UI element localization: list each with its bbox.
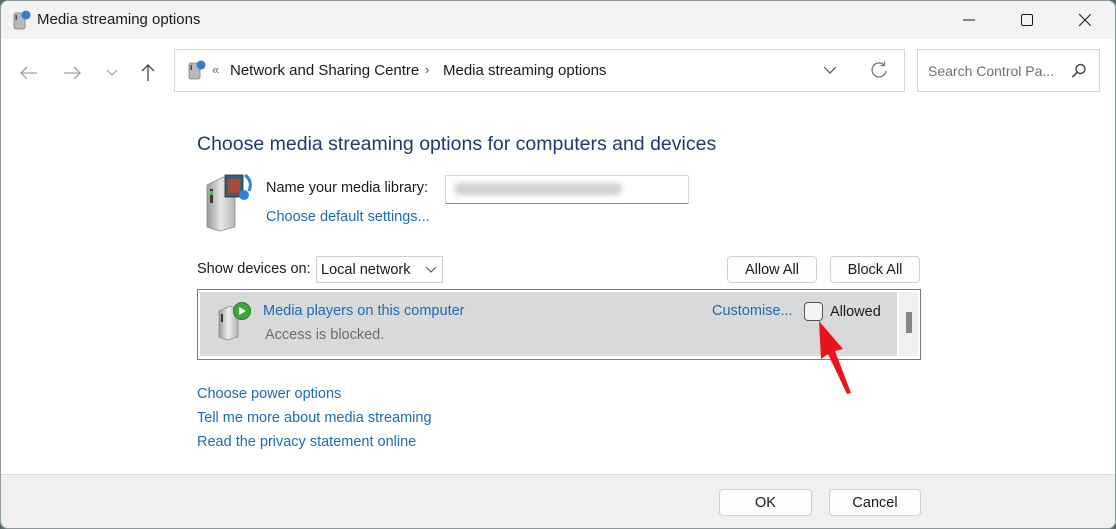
chevron-down-icon xyxy=(106,69,118,76)
arrow-left-icon xyxy=(20,66,37,80)
page-heading: Choose media streaming options for compu… xyxy=(197,133,717,155)
block-all-button[interactable]: Block All xyxy=(830,256,920,283)
forward-button[interactable] xyxy=(58,59,86,87)
choose-power-options-link[interactable]: Choose power options xyxy=(197,386,341,402)
search-input[interactable]: Search Control Pa... xyxy=(928,63,1054,79)
tell-me-more-link[interactable]: Tell me more about media streaming xyxy=(197,410,432,426)
annotation-arrow-icon xyxy=(819,321,851,394)
allow-all-button[interactable]: Allow All xyxy=(727,256,817,283)
dialog-footer: OK Cancel xyxy=(1,474,1115,528)
minimize-button[interactable] xyxy=(946,1,992,39)
cancel-button[interactable]: Cancel xyxy=(829,489,921,516)
ok-button[interactable]: OK xyxy=(719,489,812,516)
breadcrumb-separator[interactable]: › xyxy=(425,62,429,77)
address-bar[interactable]: « Network and Sharing Centre › Media str… xyxy=(174,49,905,92)
close-icon xyxy=(1079,14,1091,26)
media-streaming-window: Media streaming options « Network and Sh… xyxy=(0,0,1116,529)
maximize-icon xyxy=(1021,14,1033,26)
scrollbar-thumb[interactable] xyxy=(906,312,912,333)
list-scrollbar[interactable] xyxy=(899,292,918,356)
media-server-icon xyxy=(13,10,31,30)
show-devices-select[interactable]: Local network xyxy=(316,256,443,283)
device-row[interactable]: Media players on this computer Access is… xyxy=(200,292,897,356)
search-box[interactable]: Search Control Pa... xyxy=(917,49,1100,92)
minimize-icon xyxy=(963,19,975,21)
title-bar: Media streaming options xyxy=(1,1,1115,39)
up-button[interactable] xyxy=(134,59,162,87)
breadcrumb-media-streaming-options[interactable]: Media streaming options xyxy=(443,62,606,79)
window-title: Media streaming options xyxy=(37,11,201,28)
maximize-button[interactable] xyxy=(1004,1,1050,39)
choose-default-settings-link[interactable]: Choose default settings... xyxy=(266,209,430,225)
privacy-statement-link[interactable]: Read the privacy statement online xyxy=(197,434,416,450)
arrow-up-icon xyxy=(141,64,155,81)
device-name-link[interactable]: Media players on this computer xyxy=(263,303,465,319)
chevron-down-icon[interactable] xyxy=(823,61,837,79)
allowed-label[interactable]: Allowed xyxy=(830,304,881,320)
library-name-label: Name your media library: xyxy=(266,180,428,196)
device-status: Access is blocked. xyxy=(265,327,385,343)
breadcrumb-overflow[interactable]: « xyxy=(212,62,219,77)
arrow-right-icon xyxy=(64,66,81,80)
back-button[interactable] xyxy=(15,59,43,87)
customise-link[interactable]: Customise... xyxy=(712,303,793,319)
media-library-icon xyxy=(206,173,252,232)
show-devices-label: Show devices on: xyxy=(197,261,311,277)
close-button[interactable] xyxy=(1062,1,1108,39)
chevron-down-icon xyxy=(425,266,437,273)
search-icon[interactable] xyxy=(1070,62,1088,80)
media-server-icon xyxy=(188,60,206,80)
show-devices-value: Local network xyxy=(321,262,411,278)
library-name-input[interactable] xyxy=(445,175,689,204)
blurred-library-name xyxy=(454,183,622,195)
recent-locations-button[interactable] xyxy=(98,59,126,87)
media-player-icon xyxy=(218,302,251,341)
breadcrumb-network-sharing-centre[interactable]: Network and Sharing Centre xyxy=(230,62,419,79)
refresh-icon[interactable] xyxy=(869,60,889,80)
